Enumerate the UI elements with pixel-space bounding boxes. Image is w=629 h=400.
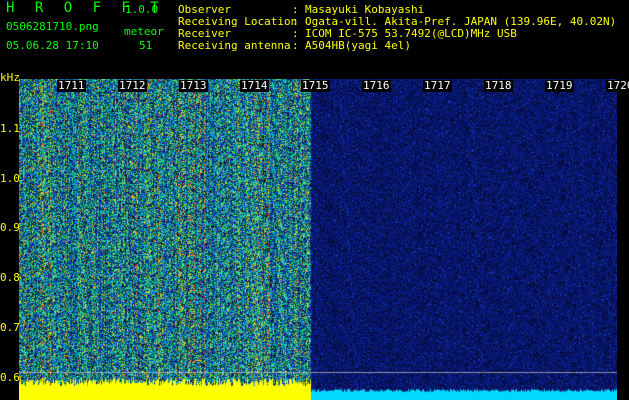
time-tick-label: 1712 (118, 79, 147, 92)
time-tick-label: 1715 (301, 79, 330, 92)
spectrogram-plot (19, 79, 617, 400)
time-tick-label: 1713 (179, 79, 208, 92)
meteor-count: 51 (139, 39, 153, 52)
time-tick-label: 1718 (484, 79, 513, 92)
time-tick-label: 1716 (362, 79, 391, 92)
y-unit-label: kHz (0, 71, 20, 84)
info-antenna-label: Receiving antenna (178, 39, 291, 52)
date-time: 05.06.28 17:10 (6, 39, 99, 52)
y-tick-label: 1.0 (0, 172, 20, 185)
time-tick-label: 1714 (240, 79, 269, 92)
time-tick-label: 1711 (57, 79, 86, 92)
time-tick-label: 1717 (423, 79, 452, 92)
time-tick-label: 1720 (606, 80, 629, 92)
time-tick-label: 1719 (545, 79, 574, 92)
y-tick-label: 0.6 (0, 371, 20, 384)
info-colon: : (292, 39, 299, 52)
y-tick-label: 0.7 (0, 321, 20, 334)
y-tick-label: 0.8 (0, 271, 20, 284)
mode-label: meteor (124, 25, 164, 38)
app-version: 1.0.0 (125, 3, 159, 16)
info-antenna-value: A504HB(yagi 4el) (305, 39, 411, 52)
file-name: 0506281710.png (6, 20, 99, 33)
y-tick-label: 0.9 (0, 221, 20, 234)
y-tick-label: 1.1 (0, 122, 20, 135)
